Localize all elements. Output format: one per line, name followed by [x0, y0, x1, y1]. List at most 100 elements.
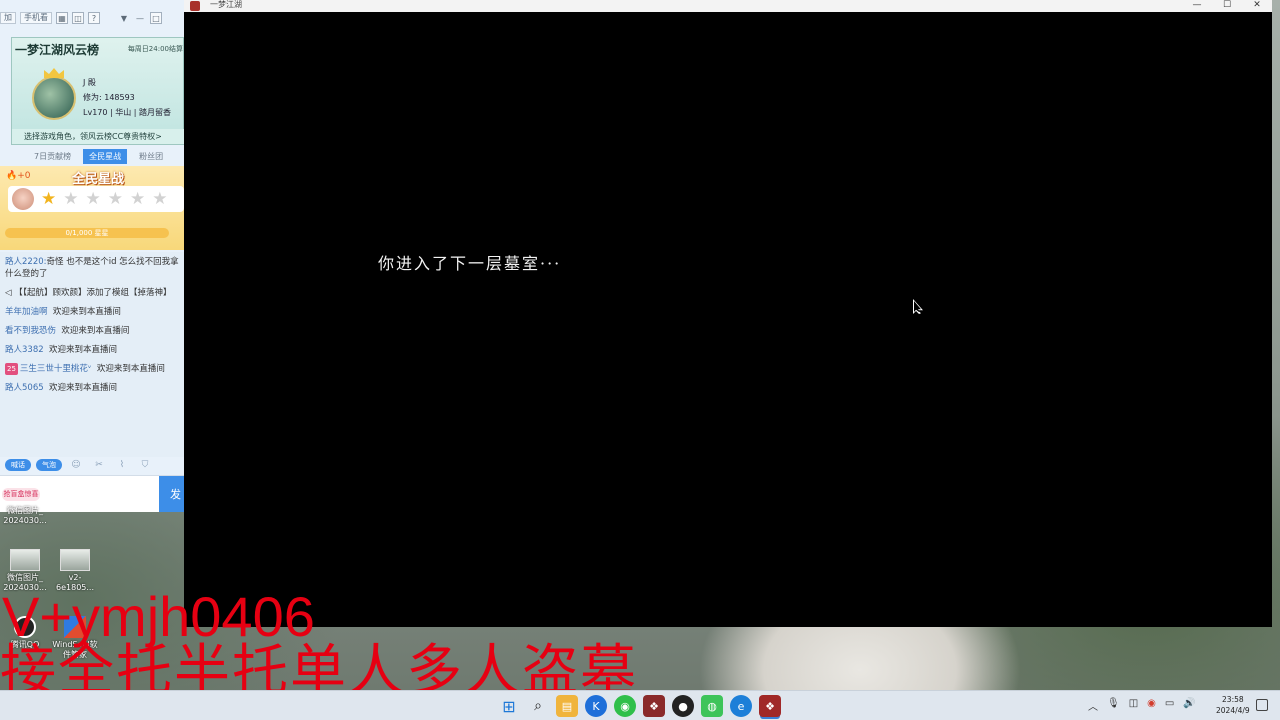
star-war-event: 🔥+0 全民星战 ★ ★ ★ ★ ★ ★ 0/1,000 星星 [0, 166, 184, 250]
avatar [32, 76, 76, 120]
chat-message: ◁ 【【起航】顾欢颜】添加了模组【掉落神】 [5, 287, 183, 299]
star-icon: ★ [85, 188, 101, 209]
star-icon: ★ [41, 188, 57, 209]
ime-icon[interactable]: ◫ [1129, 698, 1138, 713]
security-icon[interactable]: ◉ [1147, 698, 1156, 713]
chat-text: 欢迎来到本直播间 [96, 364, 165, 374]
banner-cultivation: 修为: 148593 [83, 93, 135, 102]
wechat-green-icon[interactable]: ◉ [614, 695, 636, 717]
phone-watch-button[interactable]: 手机看 [20, 12, 52, 24]
game-titlebar[interactable]: 一梦江湖 — ☐ ✕ [184, 0, 1272, 12]
banner-cta-link[interactable]: 选择游戏角色，领风云榜CC尊贵特权> [12, 129, 184, 144]
chat-list: 路人2220:奇怪 也不是这个id 怎么找不回我拿什么登的了 ◁ 【【起航】顾欢… [0, 252, 184, 457]
maximize-button[interactable]: ☐ [1212, 0, 1242, 12]
star-row: ★ ★ ★ ★ ★ ★ [8, 186, 184, 212]
live-panel-topbar: 加 手机看 ▦ ◫ ? ▼ — □ [0, 8, 184, 28]
close-button[interactable]: ✕ [1242, 0, 1272, 12]
desktop-icon-label: 2024030... [3, 516, 47, 525]
game-message: 你进入了下一层墓室··· [378, 254, 562, 273]
tab-fan-club[interactable]: 粉丝团 [133, 149, 169, 164]
desktop-icon-label: 微信图片_ [7, 506, 43, 515]
emoji-icon[interactable]: ☺ [67, 460, 85, 470]
game-icon[interactable]: ❖ [643, 695, 665, 717]
panel-tabs: 7日贡献榜 全民星战 粉丝团 [28, 149, 169, 164]
star-progress-bar: 0/1,000 星星 [5, 228, 169, 238]
minimize-button[interactable]: — [1182, 0, 1212, 12]
volume-icon[interactable]: 🔊 [1183, 698, 1195, 713]
shout-button[interactable]: 喊话 [5, 459, 31, 471]
wechat-icon[interactable]: ◍ [701, 695, 723, 717]
mouse-cursor-inner [914, 301, 921, 312]
chat-user[interactable]: 路人3382 [5, 345, 44, 355]
flame-count-value: +0 [17, 171, 31, 181]
chat-user[interactable]: 三生三世十里桃花ᵛ [20, 364, 92, 374]
minimize-icon[interactable]: — [134, 12, 146, 24]
chat-text: 欢迎来到本直播间 [49, 345, 118, 355]
desktop-icon-wechat-image[interactable]: 微信图片_ 2024030... [2, 506, 48, 526]
microphone-icon[interactable]: 🎙 [1107, 698, 1120, 713]
chat-message: 路人2220:奇怪 也不是这个id 怎么找不回我拿什么登的了 [5, 256, 183, 280]
star-icon: ★ [130, 188, 146, 209]
chat-user[interactable]: 路人2220: [5, 257, 47, 267]
help-icon[interactable]: ? [88, 12, 100, 24]
tab-star-war[interactable]: 全民星战 [83, 149, 128, 164]
chat-text: 欢迎来到本直播间 [49, 383, 118, 393]
banner-user-name: J 殿 [83, 78, 96, 87]
taskbar-apps: ⊞ ⌕ ▤ K ◉ ❖ ● ◍ e ❖ [498, 695, 781, 717]
chat-message: 羊年加油啊 欢迎来到本直播间 [5, 306, 180, 318]
bag-icon[interactable]: ⛉ [136, 460, 154, 470]
chat-message: 25 三生三世十里桃花ᵛ 欢迎来到本直播间 [5, 363, 183, 375]
game-title: 一梦江湖 [210, 0, 242, 9]
chat-user[interactable]: 路人5065 [5, 383, 44, 393]
taskbar: ⊞ ⌕ ▤ K ◉ ❖ ● ◍ e ❖ ︿ 🎙 ◫ ◉ ▭ 🔊 23:58 20… [0, 690, 1280, 720]
gift-box-button[interactable]: 抢盲盒惊喜 [2, 488, 40, 501]
clock-time: 23:58 [1222, 695, 1244, 704]
tab-7day-rank[interactable]: 7日贡献榜 [28, 149, 77, 164]
event-title: 全民星战 [72, 172, 125, 187]
network-icon[interactable]: ▭ [1165, 698, 1174, 713]
chat-text: 欢迎来到本直播间 [61, 326, 130, 336]
chart-icon[interactable]: ⌇ [113, 460, 131, 470]
chevron-up-icon[interactable]: ︿ [1088, 698, 1098, 713]
bubble-button[interactable]: 气泡 [36, 459, 62, 471]
chat-text: ◁ 【【起航】顾欢颜】添加了模组【掉落神】 [5, 288, 172, 298]
banner-time-note: 每周日24:00结算 [127, 45, 183, 53]
chat-message: 看不到我恐伤 欢迎来到本直播间 [5, 325, 180, 337]
dropdown-icon[interactable]: ▼ [118, 12, 130, 24]
game-active-icon[interactable]: ❖ [759, 695, 781, 717]
chat-user[interactable]: 羊年加油啊 [5, 307, 48, 317]
live-panel: 加 手机看 ▦ ◫ ? ▼ — □ 一梦江湖风云榜 每周日24:00结算 J 殿… [0, 0, 184, 512]
banner-level: Lv170 | 华山 | 踏月留香 [83, 108, 172, 117]
chat-toolbar: 喊话 气泡 ☺ ✂ ⌇ ⛉ [0, 458, 184, 472]
star-icon: ★ [107, 188, 123, 209]
flame-count: 🔥+0 [6, 171, 31, 181]
system-tray: ︿ 🎙 ◫ ◉ ▭ 🔊 [1088, 698, 1196, 713]
star-icon: ★ [152, 188, 168, 209]
taskbar-clock[interactable]: 23:58 2024/4/9 [1216, 694, 1250, 716]
grid-icon[interactable]: ▦ [56, 12, 68, 24]
game-icon-2[interactable]: ● [672, 695, 694, 717]
search-icon[interactable]: ⌕ [527, 695, 549, 717]
game-logo-icon [190, 1, 200, 11]
scissors-icon[interactable]: ✂ [90, 460, 108, 470]
chat-message: 路人3382 欢迎来到本直播间 [5, 344, 180, 356]
maximize-icon[interactable]: □ [150, 12, 162, 24]
kugou-icon[interactable]: K [585, 695, 607, 717]
start-icon[interactable]: ⊞ [498, 695, 520, 717]
chat-message: 路人5065 欢迎来到本直播间 [5, 382, 180, 394]
level-badge: 25 [5, 363, 18, 375]
clock-date: 2024/4/9 [1216, 706, 1250, 715]
add-chip[interactable]: 加 [0, 12, 16, 24]
image-thumbnail [60, 549, 90, 571]
image-thumbnail [10, 549, 40, 571]
game-window[interactable]: 一梦江湖 — ☐ ✕ 你进入了下一层墓室··· [184, 0, 1272, 627]
files-icon[interactable]: ▤ [556, 695, 578, 717]
chat-text: 欢迎来到本直播间 [52, 307, 121, 317]
ranking-banner[interactable]: 一梦江湖风云榜 每周日24:00结算 J 殿 修为: 148593 Lv170 … [11, 37, 184, 145]
banner-title: 一梦江湖风云榜 [15, 43, 100, 57]
chat-user[interactable]: 看不到我恐伤 [5, 326, 56, 336]
edge-icon[interactable]: e [730, 695, 752, 717]
image-icon[interactable]: ◫ [72, 12, 84, 24]
notification-icon[interactable] [1256, 699, 1268, 711]
send-button[interactable]: 发 [159, 476, 184, 512]
